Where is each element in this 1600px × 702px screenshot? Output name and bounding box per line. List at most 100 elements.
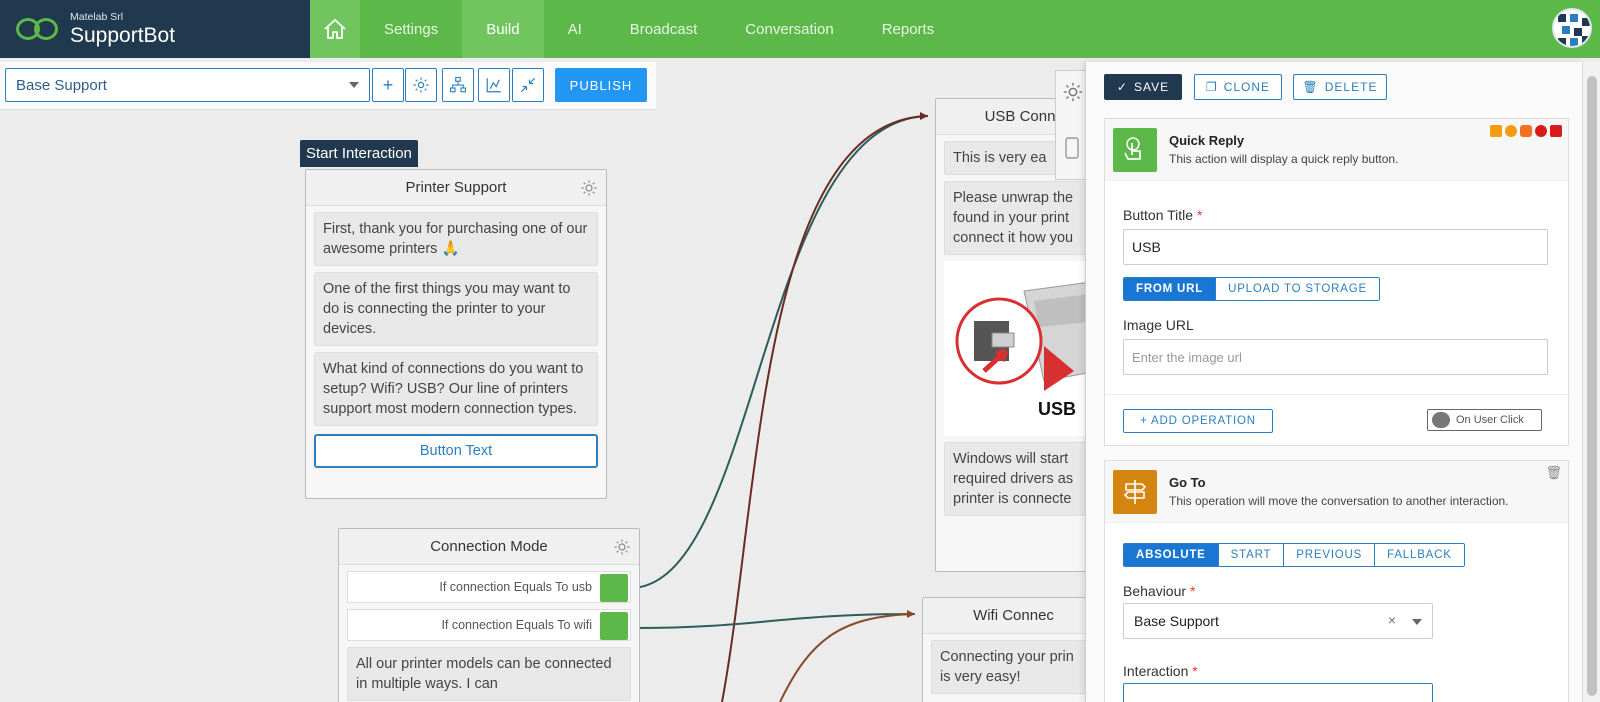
node-header[interactable]: Wifi Connec bbox=[923, 598, 1104, 634]
action-editor-panel: ✓ SAVE ❐ CLONE 🗑 DELETE Quick Reply This… bbox=[1085, 62, 1582, 702]
condition-row-wifi[interactable]: If connection Equals To wifi bbox=[347, 609, 631, 641]
interaction-node-printer-support[interactable]: Printer Support First, thank you for pur… bbox=[305, 169, 607, 499]
app-name: SupportBot bbox=[70, 24, 176, 48]
nav-ai[interactable]: AI bbox=[544, 0, 606, 58]
stats-button[interactable] bbox=[478, 68, 510, 102]
card-title: Go To bbox=[1169, 475, 1206, 490]
message-bubble[interactable]: One of the first things you may want to … bbox=[314, 272, 598, 346]
message-bubble[interactable]: Please unwrap the found in your print co… bbox=[944, 181, 1096, 255]
on-user-click-label: On User Click bbox=[1456, 414, 1524, 426]
signpost-icon bbox=[1113, 469, 1157, 514]
publish-button[interactable]: PUBLISH bbox=[555, 68, 647, 102]
telegram-icon bbox=[1505, 125, 1517, 137]
home-button[interactable] bbox=[310, 0, 360, 58]
message-bubble[interactable]: Connecting your prin is very easy! bbox=[931, 640, 1096, 694]
image-url-label: Image URL bbox=[1123, 317, 1194, 333]
tab-from-url[interactable]: FROM URL bbox=[1124, 278, 1217, 300]
tab-upload-to-storage[interactable]: UPLOAD TO STORAGE bbox=[1216, 278, 1379, 300]
flow-settings-button[interactable] bbox=[405, 68, 437, 102]
quick-reply-card: Quick Reply This action will display a q… bbox=[1104, 118, 1570, 446]
brand-logo-icon bbox=[16, 15, 62, 43]
whatsapp-icon bbox=[1535, 125, 1547, 137]
message-bubble[interactable]: Windows will start required drivers as p… bbox=[944, 442, 1096, 516]
clear-icon[interactable]: × bbox=[1388, 612, 1396, 628]
panel-scrollbar[interactable] bbox=[1582, 62, 1600, 702]
tab-absolute[interactable]: ABSOLUTE bbox=[1124, 544, 1219, 566]
behaviour-label: Behaviour * bbox=[1123, 583, 1196, 599]
chart-icon bbox=[486, 78, 501, 93]
quick-reply-button[interactable]: Button Text bbox=[314, 434, 598, 468]
node-title: USB Conn bbox=[984, 108, 1056, 125]
message-bubble[interactable]: First, thank you for purchasing one of o… bbox=[314, 212, 598, 266]
trash-icon[interactable]: 🗑 bbox=[1545, 465, 1562, 481]
tab-previous[interactable]: PREVIOUS bbox=[1284, 544, 1376, 566]
goto-mode-tabs: ABSOLUTE START PREVIOUS FALLBACK bbox=[1123, 543, 1465, 567]
add-operation-button[interactable]: + ADD OPERATION bbox=[1123, 409, 1273, 433]
nav-build[interactable]: Build bbox=[462, 0, 544, 58]
check-icon: ✓ bbox=[1116, 80, 1128, 94]
nav-conversation[interactable]: Conversation bbox=[721, 0, 857, 58]
gear-icon[interactable] bbox=[613, 538, 631, 556]
interaction-label: Interaction * bbox=[1123, 663, 1198, 679]
condition-icon bbox=[600, 574, 628, 602]
chevron-down-icon[interactable] bbox=[1412, 619, 1422, 625]
channel-icons bbox=[1490, 125, 1562, 137]
node-title: Printer Support bbox=[405, 179, 507, 196]
hierarchy-icon bbox=[449, 76, 467, 93]
nav-reports[interactable]: Reports bbox=[858, 0, 959, 58]
wire-to-wifi-2 bbox=[779, 613, 916, 702]
layout-tree-button[interactable] bbox=[442, 68, 474, 102]
tab-start[interactable]: START bbox=[1218, 544, 1285, 566]
compress-button[interactable] bbox=[512, 68, 544, 102]
card-header: Go To This operation will move the conve… bbox=[1105, 461, 1568, 523]
image-source-tabs: FROM URL UPLOAD TO STORAGE bbox=[1123, 277, 1380, 301]
card-header: Quick Reply This action will display a q… bbox=[1105, 119, 1568, 181]
clone-label: CLONE bbox=[1223, 80, 1271, 94]
node-header[interactable]: Connection Mode bbox=[339, 529, 639, 565]
delete-label: DELETE bbox=[1324, 80, 1378, 94]
condition-row-usb[interactable]: If connection Equals To usb bbox=[347, 571, 631, 603]
gear-icon bbox=[413, 77, 429, 93]
message-bubble[interactable]: What kind of connections do you want to … bbox=[314, 352, 598, 426]
brand[interactable]: Matelab Srl SupportBot bbox=[0, 0, 310, 58]
gear-icon[interactable] bbox=[1062, 81, 1084, 103]
interaction-node-wifi[interactable]: Wifi Connec Connecting your prin is very… bbox=[922, 597, 1105, 702]
condition-icon bbox=[600, 612, 628, 640]
wire-printer-to-usb bbox=[721, 115, 929, 702]
image-url-input[interactable]: Enter the image url bbox=[1123, 339, 1548, 375]
usb-image[interactable]: USB bbox=[944, 261, 1099, 436]
company-name: Matelab Srl bbox=[70, 10, 124, 23]
tab-fallback[interactable]: FALLBACK bbox=[1375, 544, 1464, 566]
gear-icon[interactable] bbox=[580, 179, 598, 197]
user-avatar[interactable] bbox=[1552, 8, 1592, 48]
button-title-label: Button Title * bbox=[1123, 207, 1203, 223]
panel-side-tabs bbox=[1055, 70, 1087, 180]
clone-button[interactable]: ❐ CLONE bbox=[1194, 74, 1282, 100]
on-user-click-toggle[interactable]: On User Click bbox=[1427, 409, 1542, 431]
message-bubble[interactable]: All our printer models can be connected … bbox=[347, 647, 631, 701]
node-title: Wifi Connec bbox=[973, 607, 1054, 624]
flow-select-value: Base Support bbox=[16, 76, 107, 94]
mobile-preview-icon[interactable] bbox=[1065, 137, 1079, 159]
save-button[interactable]: ✓ SAVE bbox=[1104, 74, 1182, 100]
compress-icon bbox=[520, 77, 536, 93]
delete-button[interactable]: 🗑 DELETE bbox=[1293, 74, 1387, 100]
behaviour-select[interactable]: Base Support × bbox=[1123, 603, 1433, 639]
button-title-input[interactable]: USB bbox=[1123, 229, 1548, 265]
flow-select[interactable]: Base Support bbox=[5, 68, 370, 102]
plus-icon: + bbox=[382, 74, 394, 95]
interaction-select[interactable] bbox=[1123, 683, 1433, 702]
image-caption: USB bbox=[1038, 399, 1077, 419]
card-description: This operation will move the conversatio… bbox=[1169, 494, 1509, 508]
nav-broadcast[interactable]: Broadcast bbox=[606, 0, 722, 58]
add-interaction-button[interactable]: + bbox=[372, 68, 404, 102]
condition-label: If connection Equals To wifi bbox=[441, 618, 592, 632]
toggle-icon bbox=[1432, 412, 1450, 428]
interaction-node-connection-mode[interactable]: Connection Mode If connection Equals To … bbox=[338, 528, 640, 702]
nav-settings[interactable]: Settings bbox=[360, 0, 462, 58]
channel-icon-red bbox=[1550, 125, 1562, 137]
card-description: This action will display a quick reply b… bbox=[1169, 152, 1399, 166]
scroll-thumb[interactable] bbox=[1587, 76, 1597, 696]
node-header[interactable]: Printer Support bbox=[306, 170, 606, 206]
goto-card: Go To This operation will move the conve… bbox=[1104, 460, 1569, 702]
